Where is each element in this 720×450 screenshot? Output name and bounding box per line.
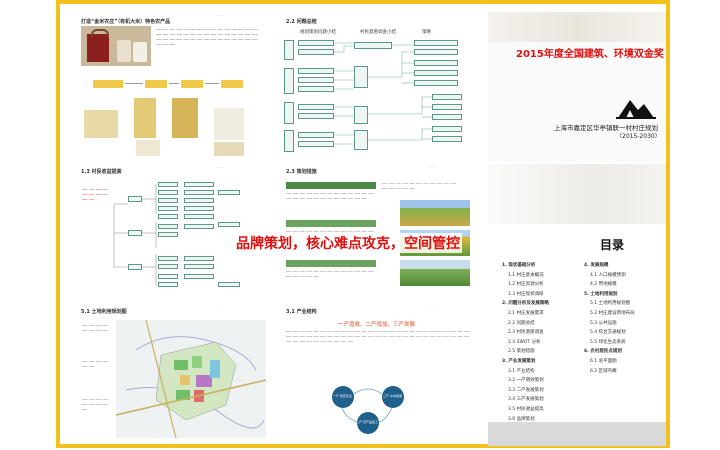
page-brand-product: ······· 打造“金米农庄”（有机大米）特色农产品 ── ── ── ── … [76, 12, 266, 162]
page-title: 打造“金米农庄”（有机大米）特色农产品 [81, 19, 171, 25]
toc-item: 2.2 问题总结 [508, 320, 535, 326]
intro-text: ── ── ── ── ── ── ── ── ── ── ── ── ── ─… [156, 28, 258, 48]
toc-left-column: 1. 现状基础分析 1.1 村庄基本概况 1.2 村庄资源分析 1.3 村庄现状调研 2… [502, 262, 582, 432]
cycle-arrows [341, 388, 393, 423]
toc-item: 6.1 总平面图 [590, 359, 617, 364]
rice-sack-photo [214, 142, 244, 156]
rice-field-photo [172, 98, 198, 138]
toc-item: 3. 产业发展策划 [502, 359, 536, 364]
page-title: 2.3 策划措施 [286, 169, 317, 175]
cover-years: （2015-2030） [616, 133, 661, 140]
rice-photo [84, 110, 118, 138]
toc-item: 6. 农村居民点规划 [584, 349, 622, 355]
toc-item: 3.4 三产发展策划 [508, 397, 544, 403]
toc-item: 5.5 绿化生态系统 [590, 339, 626, 345]
toc-item: 6.2 区域鸟瞰 [590, 368, 617, 374]
toc-item: 2.5 策划措施 [508, 349, 535, 355]
page-village-income: ······· 1.3 村民收益提高 ── ── ── ── ── ── ── … [76, 164, 266, 299]
product-photo [81, 26, 151, 66]
toc-item: 2. 问题分析及发展策略 [502, 301, 549, 307]
toc-item: 5.4 综合交通规划 [590, 330, 626, 336]
page-planning-measures: ······· 2.3 策划措施 ── ── ── ── ── ── ── ──… [282, 164, 482, 299]
page-problem-summary: ······· 2.2 问题总结 规划策划问题小结 村民意愿调查小结 策略 [282, 12, 482, 162]
toc-item: 5.2 村庄建设用地布局 [590, 311, 635, 316]
document-frame: ······· 打造“金米农庄”（有机大米）特色农产品 ── ── ── ── … [56, 0, 670, 448]
toc-item: 1.2 村庄资源分析 [508, 282, 544, 288]
toc-item: 3.3 二产发展策划 [508, 387, 544, 393]
village-logo-icon [616, 100, 656, 119]
cover-page: 2015年度全国建筑、环境双金奖 上海市嘉定区华亭镇联一村村庄规划 （2015-… [488, 12, 666, 162]
highlight-banner: 品牌策划，核心难点攻克，空间管控 [234, 233, 462, 253]
page-header: ······· [216, 13, 223, 17]
connector-lines [334, 42, 432, 145]
table-of-contents: 目录 1. 现状基础分析 1.1 村庄基本概况 1.2 村庄资源分析 1.3 村庄现状… [488, 164, 666, 446]
toc-item: 3.1 产业结构 [508, 368, 535, 374]
rice-header-image [488, 12, 666, 42]
page-land-use-map: ······· 5.1 土地利用规划图 ── ── ── ── ── ── ──… [76, 304, 266, 444]
grain-photo [134, 98, 156, 138]
farmland-photo-1 [400, 200, 470, 226]
toc-item: 1. 现状基础分析 [502, 263, 536, 268]
page-title: 5.1 土地利用规划图 [81, 309, 127, 315]
toc-item: 1.3 村庄现状调研 [508, 291, 544, 297]
toc-item: 1.1 村庄基本概况 [508, 272, 544, 278]
rice-bowl-photo [136, 140, 160, 156]
measure-bar-1 [286, 182, 376, 189]
page-industry-structure: ······· 3.1 产业结构 一产增收、二产增加、三产发展 ── ── ──… [282, 304, 482, 444]
toc-item: 3.2 一产增效策划 [508, 378, 544, 384]
toc-footer-band [488, 422, 666, 446]
toc-right-column: 4. 发展规模 4.1 人口规模预测 4.2 用地规模 5. 土地利用规划 5.1 土地… [584, 262, 664, 432]
toc-item: 4.2 用地规模 [590, 282, 617, 288]
toc-item: 5.3 公共设施 [590, 320, 617, 326]
package-photo [214, 108, 244, 140]
toc-item: 4.1 人口规模预测 [590, 272, 626, 278]
measure-bar-2 [286, 220, 376, 227]
toc-item: 3.5 村民收益提高 [508, 407, 544, 412]
toc-item: 2.4 SWOT 分析 [508, 339, 541, 345]
toc-item: 4. 发展规模 [584, 263, 609, 268]
toc-item: 5.1 土地利用规划图 [590, 301, 631, 307]
award-text: 2015年度全国建筑、环境双金奖 [516, 49, 664, 60]
toc-item: 3.6 品牌策划 [508, 416, 535, 422]
toc-item: 2.1 村庄发展需求 [508, 311, 544, 316]
process-flow [81, 78, 261, 92]
toc-item: 5. 土地利用规划 [584, 291, 618, 297]
land-use-map [116, 320, 266, 438]
toc-header-image [488, 164, 666, 224]
toc-title: 目录 [600, 238, 625, 252]
measure-bar-3 [286, 260, 376, 267]
farmland-photo-3 [400, 260, 470, 286]
toc-item: 2.3 村民意愿调查 [508, 330, 544, 336]
